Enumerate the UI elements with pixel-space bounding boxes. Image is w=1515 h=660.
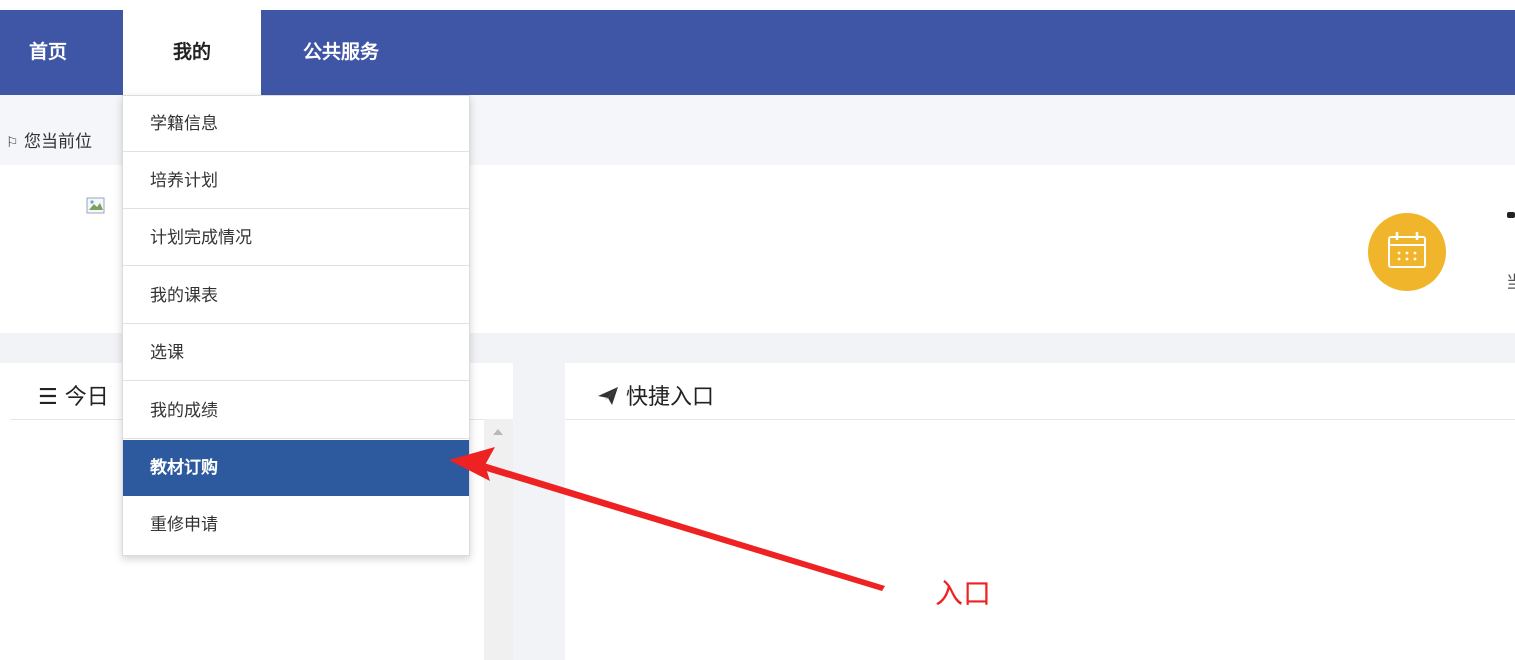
cut-off-glyph [1507,212,1515,218]
breadcrumb: ⚐ 您当前位 [6,127,92,152]
quick-entry-panel: 快捷入口 [565,363,1515,660]
main-navbar: 首页 我的 公共服务 [0,10,1515,95]
breadcrumb-text: 您当前位 [23,132,92,152]
list-icon: ☰ [38,385,58,410]
scroll-up-arrow-icon[interactable] [493,429,503,435]
top-strip [0,0,1515,10]
menu-item-course-selection[interactable]: 选课 [123,325,469,381]
calendar-glyph-icon [1388,232,1426,268]
quick-entry-header: 快捷入口 [565,363,1515,420]
menu-item-textbook-order[interactable]: 教材订购 [123,440,469,496]
scrollbar[interactable] [484,419,513,660]
menu-item-plan-completion[interactable]: 计划完成情况 [123,210,469,266]
menu-item-my-grades[interactable]: 我的成绩 [123,383,469,439]
quick-entry-title-text: 快捷入口 [626,385,715,410]
mine-dropdown-menu: 学籍信息 培养计划 计划完成情况 我的课表 选课 我的成绩 教材订购 重修申请 [122,95,470,556]
broken-image-icon [86,197,105,214]
location-pin-icon: ⚐ [6,135,19,151]
menu-item-my-timetable[interactable]: 我的课表 [123,268,469,324]
menu-item-retake-application[interactable]: 重修申请 [123,497,469,553]
paper-plane-icon [598,387,618,405]
nav-home[interactable]: 首页 [29,10,67,95]
menu-item-training-plan[interactable]: 培养计划 [123,153,469,209]
annotation-label: 入口 [935,577,992,610]
cut-off-text: 当 [1506,273,1515,293]
today-panel-title-text: 今日 [64,385,109,410]
nav-public-services[interactable]: 公共服务 [303,10,379,95]
nav-mine[interactable]: 我的 [123,10,261,95]
today-panel-title: ☰ 今日 [38,379,109,411]
quick-entry-title: 快捷入口 [597,379,714,411]
calendar-icon[interactable] [1368,213,1446,291]
panel-gap [513,363,565,660]
menu-item-student-status[interactable]: 学籍信息 [123,96,469,152]
